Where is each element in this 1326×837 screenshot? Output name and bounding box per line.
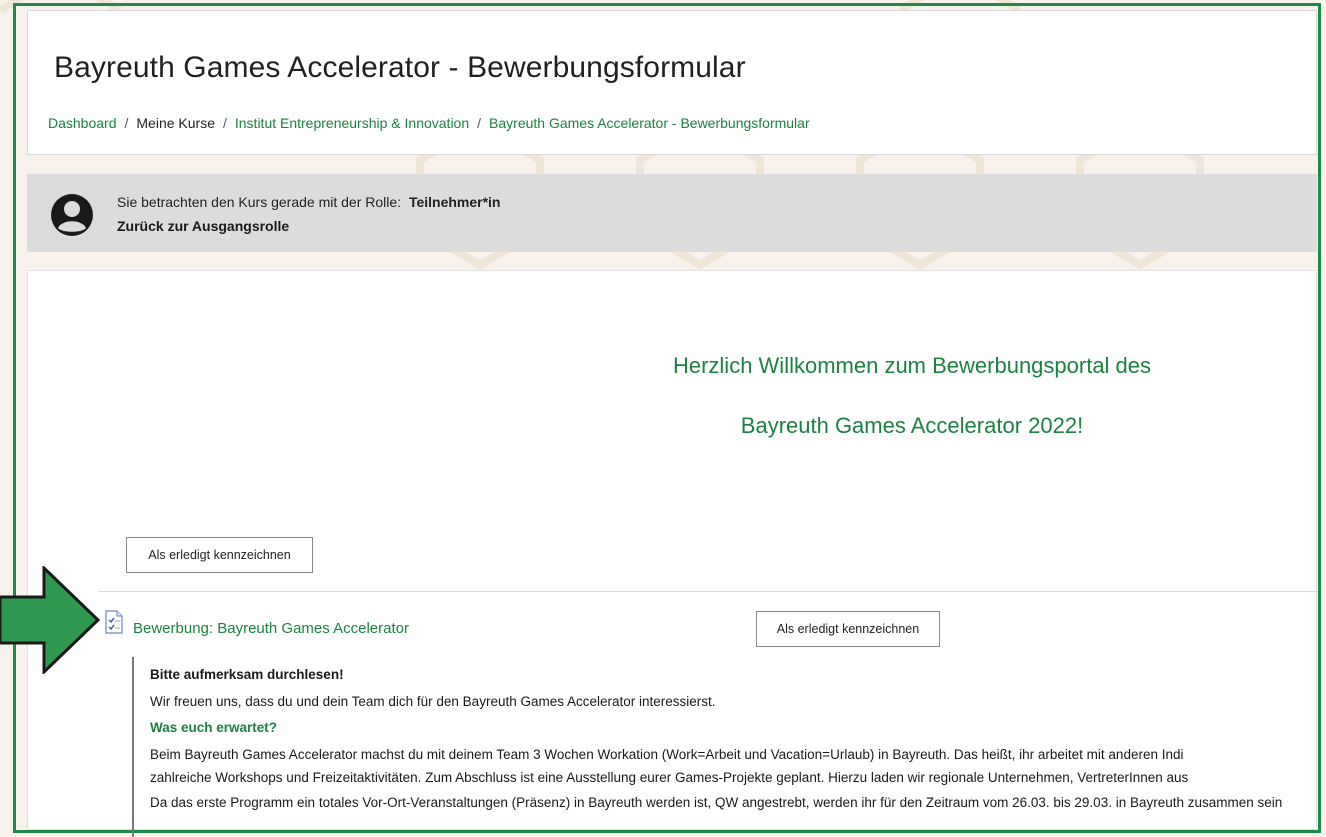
return-to-original-role-link[interactable]: Zurück zur Ausgangsrolle [117,218,289,234]
page-title: Bayreuth Games Accelerator - Bewerbungsf… [54,51,746,84]
user-avatar-icon [51,194,93,236]
breadcrumb-separator: / [124,115,129,131]
feedback-form-icon [105,610,123,634]
highlight-arrow-icon [0,566,101,674]
role-info-text: Sie betrachten den Kurs gerade mit der R… [117,194,402,210]
breadcrumb-dashboard[interactable]: Dashboard [48,115,117,131]
section-divider [98,591,1318,592]
activity-link-bewerbung[interactable]: Bewerbung: Bayreuth Games Accelerator [133,620,409,637]
breadcrumb-course[interactable]: Bayreuth Games Accelerator - Bewerbungsf… [489,115,810,131]
breadcrumb-separator: / [222,115,227,131]
course-content: Herzlich Willkommen zum Bewerbungsportal… [27,270,1318,837]
activity-description: Bitte aufmerksam durchlesen! Wir freuen … [132,657,1318,837]
welcome-heading-line1: Herzlich Willkommen zum Bewerbungsportal… [672,353,1152,378]
breadcrumb-my-courses: Meine Kurse [136,115,215,131]
description-paragraph: Da das erste Programm ein totales Vor-Or… [150,795,1283,810]
welcome-heading-line2: Bayreuth Games Accelerator 2022! [740,413,1084,438]
breadcrumb-separator: / [477,115,482,131]
breadcrumb: Dashboard / Meine Kurse / Institut Entrepren… [48,115,810,131]
description-paragraph: Beim Bayreuth Games Accelerator machst d… [150,747,1184,762]
page-header: Bayreuth Games Accelerator - Bewerbungsf… [27,10,1317,155]
role-name: Teilnehmer*in [408,194,501,210]
mark-as-done-button[interactable]: Als erledigt kennzeichnen [126,537,313,573]
role-switch-banner: Sie betrachten den Kurs gerade mit der R… [27,174,1317,252]
description-paragraph: zahlreiche Workshops und Freizeitaktivit… [150,770,1189,785]
description-notice: Bitte aufmerksam durchlesen! [150,667,344,682]
role-info: Sie betrachten den Kurs gerade mit der R… [117,194,500,210]
breadcrumb-institute[interactable]: Institut Entrepreneurship & Innovation [235,115,469,131]
description-heading: Was euch erwartet? [150,720,278,735]
activity-mark-as-done-button[interactable]: Als erledigt kennzeichnen [756,611,940,647]
description-intro: Wir freuen uns, dass du und dein Team di… [150,694,716,709]
